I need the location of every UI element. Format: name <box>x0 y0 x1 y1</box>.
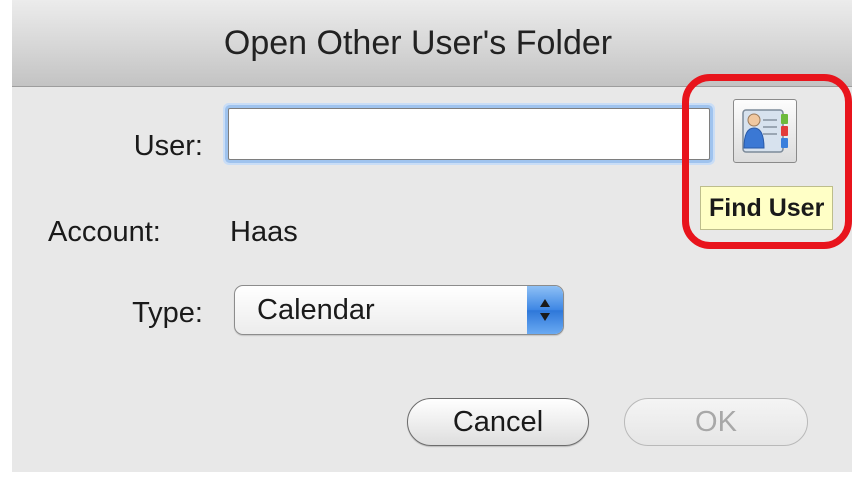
cancel-button[interactable]: Cancel <box>407 398 589 446</box>
open-other-users-folder-dialog: Open Other User's Folder User: Find User… <box>12 0 852 472</box>
address-book-person-icon <box>742 109 788 153</box>
window-title: Open Other User's Folder <box>223 23 613 62</box>
type-label: Type: <box>132 297 203 329</box>
find-user-button[interactable] <box>733 99 797 163</box>
title-bar[interactable]: Open Other User's Folder <box>12 0 852 87</box>
user-label: User: <box>133 130 203 162</box>
user-input[interactable] <box>228 108 710 160</box>
type-selected-value: Calendar <box>257 294 375 326</box>
up-down-arrows-icon <box>527 286 563 334</box>
account-value: Haas <box>230 216 298 248</box>
find-user-tooltip: Find User <box>700 186 834 230</box>
ok-button[interactable]: OK <box>624 398 808 446</box>
type-select[interactable]: Calendar <box>234 285 564 335</box>
account-label: Account: <box>48 216 161 248</box>
